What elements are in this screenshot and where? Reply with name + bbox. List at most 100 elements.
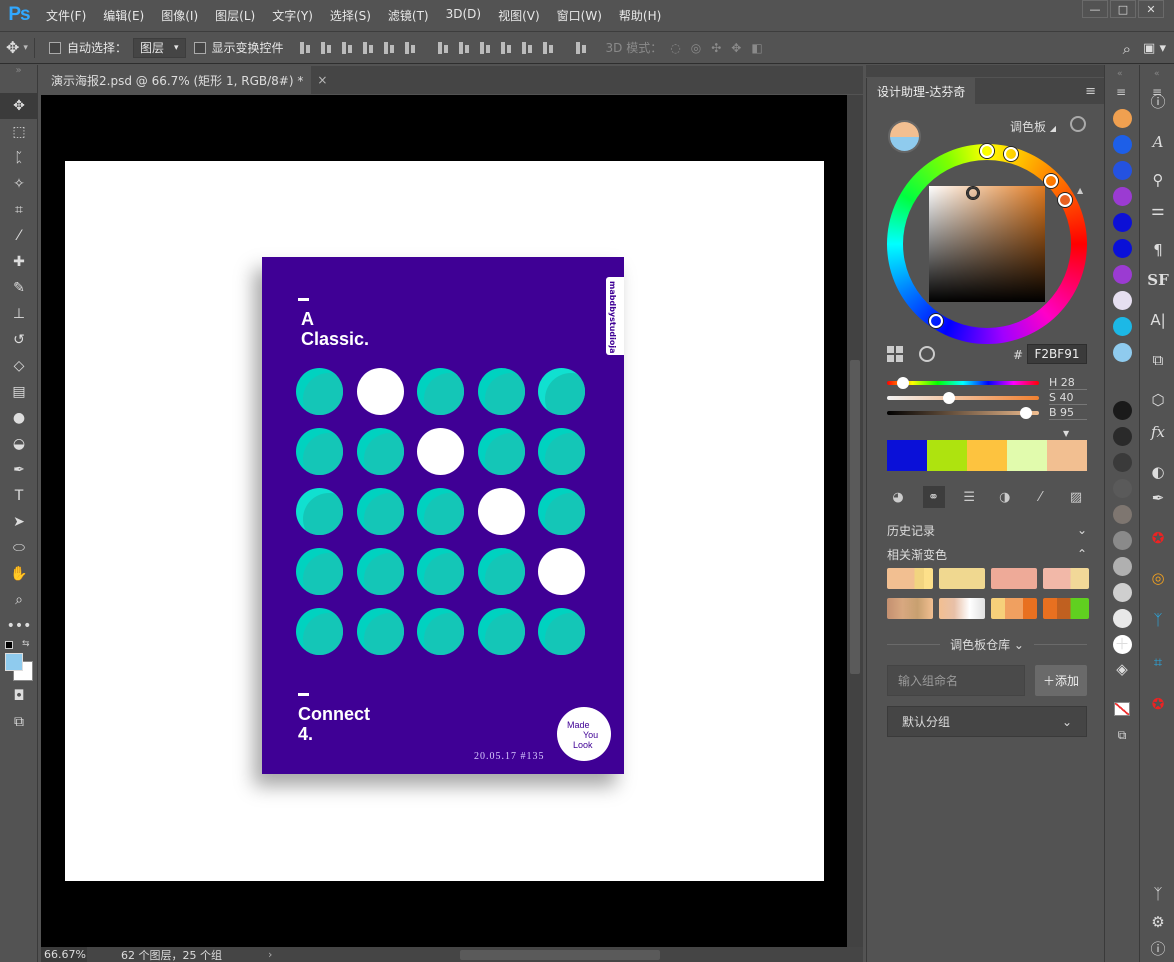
color-swatch-dot[interactable]: [1113, 213, 1132, 232]
3d-roll-icon[interactable]: ◎: [691, 41, 701, 55]
magic-wand-tool-icon[interactable]: ✧: [0, 171, 38, 197]
wheel-expand-icon[interactable]: ▲: [1077, 186, 1083, 195]
wheel-mode-icon[interactable]: [919, 346, 935, 362]
contrast-icon[interactable]: ◐: [1147, 461, 1169, 483]
gradient-swatch[interactable]: [991, 568, 1037, 589]
brush-tool-icon[interactable]: ✎: [0, 275, 38, 301]
contrast-icon[interactable]: ◑: [994, 486, 1016, 508]
gradient-swatch[interactable]: [887, 598, 933, 619]
dodge-tool-icon[interactable]: ◒: [0, 431, 38, 457]
gray-swatch-dot[interactable]: [1113, 479, 1132, 498]
gray-swatch-dot[interactable]: [1113, 557, 1132, 576]
menu-window[interactable]: 窗口(W): [557, 7, 602, 24]
gradient-swatch[interactable]: [939, 568, 985, 589]
plugin-blue-icon[interactable]: ᛉ: [1147, 609, 1169, 631]
settings-icon[interactable]: ⚙: [1147, 911, 1169, 933]
menu-view[interactable]: 视图(V): [498, 7, 540, 24]
status-menu-arrow[interactable]: ›: [268, 948, 272, 961]
3d-slide-icon[interactable]: ✥: [731, 41, 741, 55]
align-bottom-icon[interactable]: [340, 41, 354, 55]
screen-mode-icon[interactable]: ⧉: [0, 709, 38, 735]
panel-collapse-strip[interactable]: [866, 65, 1104, 77]
search-icon[interactable]: ⌕: [1123, 40, 1131, 58]
menu-filter[interactable]: 滤镜(T): [388, 7, 429, 24]
harmony-color[interactable]: [887, 440, 927, 471]
picker-handle[interactable]: [967, 187, 979, 199]
harmony-color[interactable]: [967, 440, 1007, 471]
minimize-button[interactable]: —: [1082, 0, 1108, 18]
close-tab-icon[interactable]: ×: [317, 73, 327, 87]
strip-collapse-icon[interactable]: «: [1117, 69, 1123, 79]
move-tool-icon[interactable]: ✥: [0, 93, 38, 119]
path-selection-tool-icon[interactable]: ➤: [0, 509, 38, 535]
eraser-tool-icon[interactable]: ◇: [0, 353, 38, 379]
maximize-button[interactable]: □: [1110, 0, 1136, 18]
grid-mode-icon[interactable]: [887, 346, 903, 362]
right-strip-collapse-icon[interactable]: «: [1154, 69, 1160, 79]
menu-type[interactable]: 文字(Y): [272, 7, 313, 24]
3d-icon[interactable]: ⬡: [1147, 389, 1169, 411]
harmony-color[interactable]: [1007, 440, 1047, 471]
hex-input[interactable]: F2BF91: [1027, 344, 1087, 364]
menu-layer[interactable]: 图层(L): [215, 7, 255, 24]
eyedropper-tool-icon[interactable]: ⁄: [0, 223, 38, 249]
default-colors-icon[interactable]: [5, 641, 13, 649]
gray-swatch-dot[interactable]: [1113, 583, 1132, 602]
canvas-area[interactable]: A Classic. mabdbystudioja Connect 4. 20.…: [41, 95, 847, 947]
gray-swatch-dot[interactable]: [1113, 609, 1132, 628]
help-icon[interactable]: ⓘ: [1147, 937, 1169, 959]
brightness-slider[interactable]: [887, 407, 1039, 419]
hue-knob[interactable]: [897, 377, 909, 389]
gradients-section[interactable]: 相关渐变色 ⌃: [887, 544, 1087, 564]
add-group-button[interactable]: ＋添加: [1035, 665, 1087, 696]
sf-icon[interactable]: SF: [1147, 269, 1169, 291]
tool-preset-dropdown[interactable]: ▾: [23, 43, 28, 53]
brightness-knob[interactable]: [1020, 407, 1032, 419]
hand-icon[interactable]: ᛉ: [1147, 883, 1169, 905]
3d-pan-icon[interactable]: ✣: [711, 41, 721, 55]
strip-menu-icon[interactable]: ≡: [1116, 85, 1126, 99]
saturation-number[interactable]: 40: [1059, 391, 1073, 404]
foreground-color-swatch[interactable]: [5, 653, 23, 671]
swap-colors-icon[interactable]: ⇆: [22, 639, 30, 649]
poster-artwork[interactable]: A Classic. mabdbystudioja Connect 4. 20.…: [262, 257, 624, 774]
menu-image[interactable]: 图像(I): [161, 7, 198, 24]
document-tab[interactable]: 演示海报2.psd @ 66.7% (矩形 1, RGB/8#) * ×: [41, 66, 327, 94]
menu-help[interactable]: 帮助(H): [619, 7, 661, 24]
distribute-bottom-icon[interactable]: [478, 41, 492, 55]
wheel-handle[interactable]: [980, 144, 994, 158]
color-swatch-dot[interactable]: [1113, 317, 1132, 336]
info-icon[interactable]: ⓘ: [1147, 90, 1169, 112]
color-swatch-dot[interactable]: [1113, 239, 1132, 258]
history-brush-tool-icon[interactable]: ↺: [0, 327, 38, 353]
brushes-icon[interactable]: ⚲: [1147, 169, 1169, 191]
move-tool-icon[interactable]: ✥: [6, 38, 19, 57]
plugin-grid-icon[interactable]: ⌗: [1147, 651, 1169, 673]
ellipse-tool-icon[interactable]: ⬭: [0, 535, 38, 561]
crop-tool-icon[interactable]: ⌗: [0, 197, 38, 223]
gradient-swatch[interactable]: [939, 598, 985, 619]
zoom-tool-icon[interactable]: ⌕: [0, 587, 38, 613]
history-section[interactable]: 历史记录 ⌄: [887, 520, 1087, 540]
plugin-red-icon[interactable]: ✪: [1147, 527, 1169, 549]
gradient-tool-icon[interactable]: ▤: [0, 379, 38, 405]
gray-swatch-dot[interactable]: [1113, 531, 1132, 550]
gradient-swatch[interactable]: [1043, 568, 1089, 589]
gear-icon[interactable]: [1070, 116, 1086, 132]
align-hcenter-icon[interactable]: [382, 41, 396, 55]
panel-menu-icon[interactable]: ≡: [1085, 84, 1096, 99]
blur-tool-icon[interactable]: ●: [0, 405, 38, 431]
saturation-brightness-square[interactable]: [929, 186, 1045, 302]
distribute-right-icon[interactable]: [541, 41, 555, 55]
vertical-scroll-thumb[interactable]: [850, 360, 860, 674]
menu-select[interactable]: 选择(S): [330, 7, 371, 24]
panel-tab-design-assistant[interactable]: 设计助理-达芬奇: [867, 78, 976, 104]
pen-icon[interactable]: ✒: [1147, 487, 1169, 509]
color-wheel[interactable]: [887, 144, 1087, 344]
palette-dropdown[interactable]: 调色板 ◢: [1010, 118, 1056, 135]
color-swatch-dot[interactable]: [1113, 187, 1132, 206]
color-swatch-dot[interactable]: [1113, 265, 1132, 284]
quick-mask-icon[interactable]: ◘: [0, 683, 38, 709]
lasso-tool-icon[interactable]: ᛈ: [0, 145, 38, 171]
saturation-knob[interactable]: [943, 392, 955, 404]
